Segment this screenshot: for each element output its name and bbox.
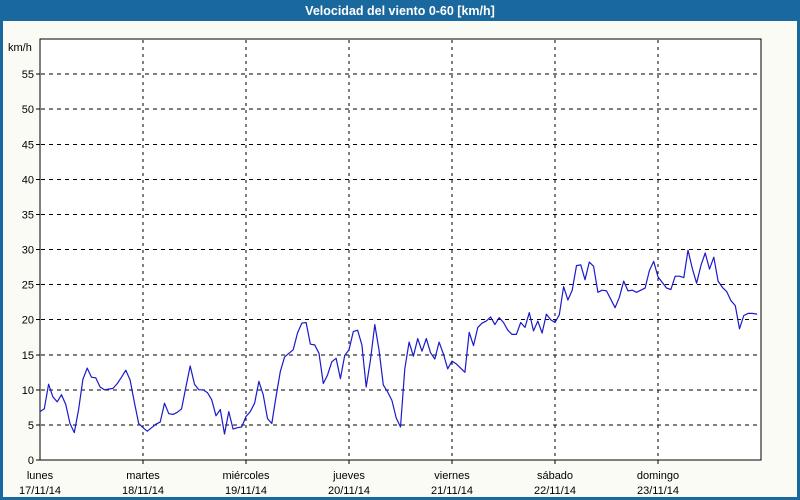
- y-tick-label: 15: [22, 350, 34, 362]
- x-day-label: lunes: [27, 470, 54, 482]
- x-day-label: miércoles: [222, 470, 270, 482]
- x-date-label: 17/11/14: [19, 485, 61, 497]
- x-date-label: 20/11/14: [328, 485, 370, 497]
- x-date-label: 23/11/14: [637, 485, 679, 497]
- wind-speed-chart: 0 5 10 15 20 25 30 35 40 45 50 55 lunes 17/11/14 marte…: [0, 0, 800, 500]
- y-tick-label: 5: [28, 420, 34, 432]
- x-date-label: 19/11/14: [225, 485, 267, 497]
- x-day-label: viernes: [434, 470, 470, 482]
- y-tick-label: 45: [22, 139, 34, 151]
- app-window: Velocidad del viento 0-60 [km/h] 0510152…: [0, 0, 800, 500]
- x-day-label: jueves: [332, 470, 365, 482]
- y-tick-label: 50: [22, 104, 34, 116]
- x-day-label: martes: [126, 470, 160, 482]
- y-tick-label: 25: [22, 280, 34, 292]
- y-tick-label: 55: [22, 69, 34, 81]
- x-day-label: domingo: [637, 470, 679, 482]
- x-date-label: 21/11/14: [431, 485, 473, 497]
- y-tick-label: 30: [22, 245, 34, 257]
- y-tick-label: 35: [22, 209, 34, 221]
- x-date-label: 22/11/14: [534, 485, 576, 497]
- x-date-label: 18/11/14: [122, 485, 164, 497]
- y-tick-label: 0: [28, 455, 34, 467]
- y-tick-label: 40: [22, 174, 34, 186]
- y-tick-label: 10: [22, 385, 34, 397]
- y-tick-label: 20: [22, 315, 34, 327]
- y-axis-unit-label: km/h: [8, 42, 32, 54]
- x-day-label: sábado: [537, 470, 573, 482]
